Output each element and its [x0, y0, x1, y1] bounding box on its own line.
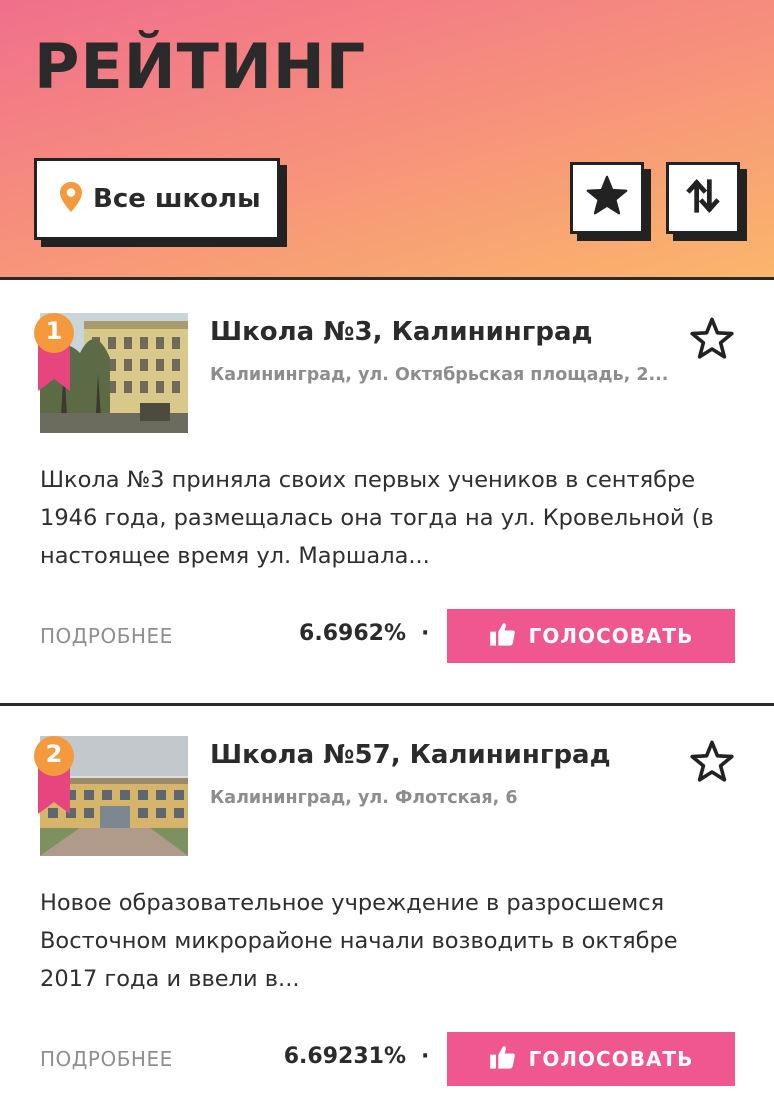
header: РЕЙТИНГ Все школы [0, 0, 774, 280]
map-pin-icon [59, 181, 83, 217]
star-outline-icon [688, 317, 736, 367]
school-name[interactable]: Школа №57, Калининград [210, 740, 611, 770]
rank-badge: 2 [32, 734, 76, 816]
school-description: Новое образовательное учреждение в разро… [40, 890, 678, 992]
school-address: Калининград, ул. Флотская, 6 [210, 788, 518, 808]
vote-percent: 6.69231% [283, 1044, 406, 1069]
separator-dot: · [421, 1044, 430, 1069]
sort-arrows-icon [684, 177, 722, 219]
school-description: Школа №3 приняла своих первых учеников в… [40, 467, 714, 569]
star-filled-icon [585, 175, 629, 221]
favorite-star-button[interactable] [688, 738, 736, 786]
star-outline-icon [688, 740, 736, 790]
separator-dot: · [421, 621, 430, 646]
favorite-star-button[interactable] [688, 315, 736, 363]
vote-label: ГОЛОСОВАТЬ [528, 1047, 694, 1071]
vote-label: ГОЛОСОВАТЬ [528, 624, 694, 648]
school-card[interactable]: 1 Школа №3, Калининград Калининград, ул.… [0, 283, 774, 703]
more-details-link[interactable]: ПОДРОБНЕЕ [40, 624, 173, 648]
school-card[interactable]: 2 Школа №57, Калининград Калининград, ул… [0, 706, 774, 1120]
vote-percent: 6.6962% [299, 621, 406, 646]
favorites-button[interactable] [570, 162, 644, 234]
page-title: РЕЙТИНГ [34, 30, 367, 103]
rank-number: 2 [45, 740, 63, 768]
sort-button[interactable] [666, 162, 740, 234]
vote-button[interactable]: ГОЛОСОВАТЬ [447, 609, 735, 663]
thumbs-up-icon [489, 621, 517, 651]
more-details-link[interactable]: ПОДРОБНЕЕ [40, 1047, 173, 1071]
school-name[interactable]: Школа №3, Калининград [210, 317, 593, 347]
vote-button[interactable]: ГОЛОСОВАТЬ [447, 1032, 735, 1086]
school-address: Калининград, ул. Октябрьская площадь, 2.… [210, 365, 669, 385]
rank-number: 1 [45, 317, 63, 345]
thumbs-up-icon [489, 1044, 517, 1074]
rank-badge: 1 [32, 311, 76, 393]
school-filter-label: Все школы [93, 184, 261, 214]
school-filter-button[interactable]: Все школы [34, 158, 280, 240]
